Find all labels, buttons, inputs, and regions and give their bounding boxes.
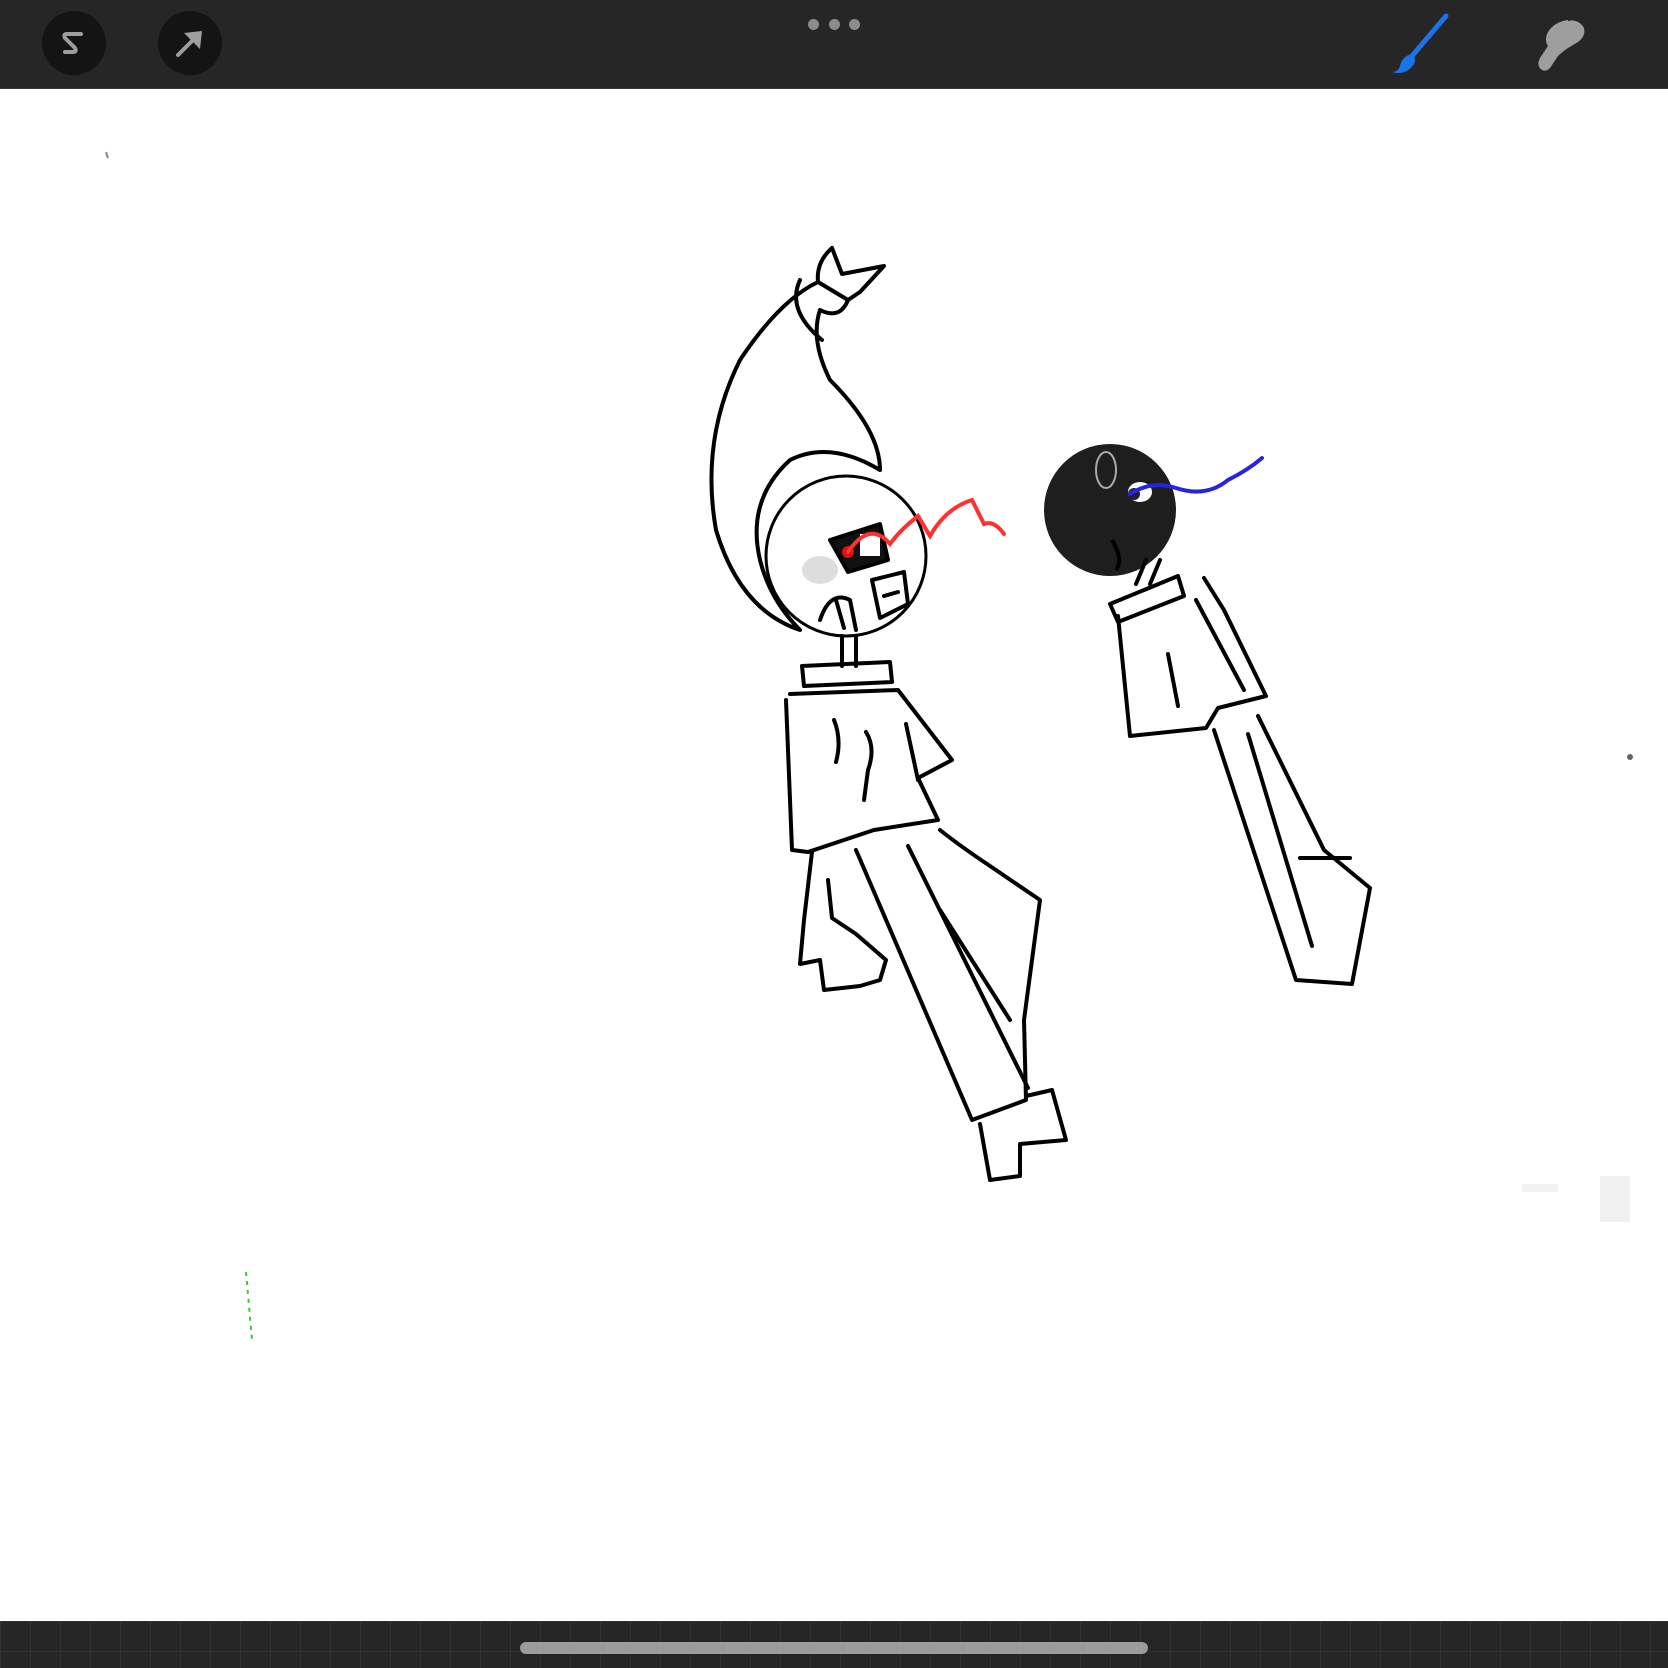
- brush-tool-button[interactable]: [1388, 12, 1452, 76]
- top-toolbar: [0, 0, 1668, 89]
- home-indicator[interactable]: [520, 1642, 1148, 1654]
- smudge-tool-button[interactable]: [1528, 12, 1592, 76]
- selection-button[interactable]: [158, 11, 222, 75]
- paintbrush-icon: [1392, 13, 1449, 73]
- s-curve-icon: [62, 32, 83, 54]
- faint-smudge: [1522, 1184, 1558, 1192]
- stray-mark: [105, 151, 109, 159]
- drawing-canvas[interactable]: [0, 89, 1668, 1621]
- adjustments-button[interactable]: [42, 11, 106, 75]
- ellipsis-icon: [808, 18, 819, 30]
- more-menu-button[interactable]: [808, 14, 860, 34]
- character-dark: [1044, 444, 1372, 986]
- arrow-cursor-icon: [176, 31, 202, 57]
- green-stray-mark: [245, 1271, 253, 1341]
- drawing-artwork: [105, 151, 1633, 1341]
- stray-dot: [1627, 754, 1633, 760]
- character-hooded: [709, 246, 1068, 1182]
- finger-smudge-icon: [1538, 16, 1585, 71]
- faint-smudge: [1600, 1176, 1630, 1222]
